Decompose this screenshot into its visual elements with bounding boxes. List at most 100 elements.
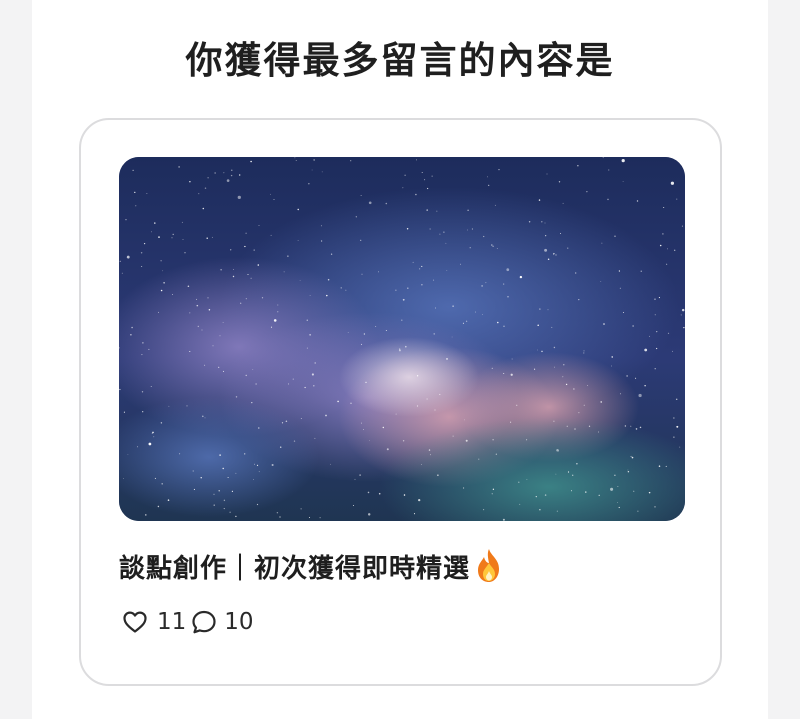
star [608,169,610,171]
star [320,240,323,242]
star [611,365,612,367]
speech-bubble-outline-icon[interactable] [190,608,218,636]
star [585,491,587,493]
star [662,233,664,235]
star [233,269,234,270]
star [648,491,651,494]
star [273,319,277,322]
star [130,334,132,336]
star [367,491,370,494]
star [223,508,225,510]
star [202,207,205,210]
star [140,252,143,254]
star [503,372,505,375]
star [360,239,362,241]
star [148,442,152,446]
star [142,411,144,413]
star [211,236,213,238]
star [416,375,419,377]
star [403,494,406,496]
star [171,237,173,239]
star [478,458,480,460]
star [510,421,512,423]
star [295,160,297,161]
star [464,419,465,421]
star [537,349,538,351]
post-title[interactable]: 談點創作｜初次獲得即時精選 [119,547,506,585]
star [655,347,658,350]
star [421,464,422,465]
star [271,463,274,467]
star [235,515,237,518]
star [443,231,445,233]
star [487,176,488,178]
star [553,252,555,255]
star [283,271,285,273]
star [567,247,569,249]
star [119,260,121,262]
like-count: 11 [157,609,187,635]
star [491,493,493,495]
heart-outline-icon[interactable] [121,608,149,636]
star [679,446,681,448]
star [287,255,289,257]
star [465,320,468,322]
star [575,272,577,274]
star [227,476,229,479]
star [667,248,668,250]
star [481,285,483,287]
star [630,455,632,458]
star [395,413,397,415]
star [433,333,435,335]
star [658,297,660,299]
star [293,440,296,442]
star [258,225,260,226]
star [141,354,143,356]
star [193,488,195,490]
star [402,298,405,301]
star [506,268,510,272]
star [460,263,461,265]
star [244,453,246,455]
comment-count: 10 [224,609,254,635]
star [230,174,233,177]
post-cover-image[interactable] [119,157,685,521]
star [232,275,235,278]
star [636,200,639,202]
star [617,486,619,487]
star [313,384,315,387]
star [311,169,313,171]
star [565,383,568,386]
star [419,268,421,270]
section-heading: 你獲得最多留言的內容是 [185,39,615,82]
star [654,298,656,300]
star [436,210,438,212]
star [544,494,547,496]
star [644,348,648,352]
star [600,281,602,282]
star [206,237,208,240]
star [239,174,241,176]
star [192,470,194,472]
star [207,297,209,299]
star [656,330,658,333]
star [398,349,401,352]
fire-icon [472,547,506,585]
star [402,440,405,442]
star [666,263,668,265]
star [483,235,485,238]
star [544,222,546,224]
star [623,312,624,313]
star [231,490,233,492]
star [463,487,465,489]
star [621,158,625,163]
star [361,343,362,345]
star [639,426,642,429]
star [545,235,547,237]
star [386,448,389,451]
star [614,235,616,237]
star [240,302,242,304]
top-post-card[interactable]: 談點創作｜初次獲得即時精選 11 10 [79,118,722,686]
star [306,347,308,349]
star [161,483,163,485]
